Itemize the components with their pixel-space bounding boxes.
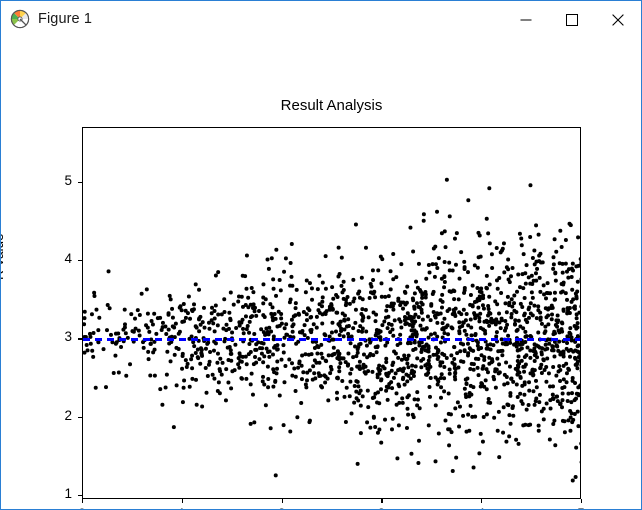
y-axis-label: R-value [0, 233, 6, 280]
figure-canvas: Result Analysis R-value gamma-value 1234… [0, 37, 641, 509]
matplotlib-logo-icon [10, 9, 30, 29]
y-tick-label: 3 [64, 329, 72, 345]
scatter-points [83, 177, 580, 483]
x-tick-mark [381, 499, 383, 503]
x-tick-mark [281, 499, 283, 503]
x-tick-label: 2 [267, 506, 297, 509]
y-tick-label: 5 [64, 172, 72, 188]
minimize-icon [520, 19, 532, 20]
y-tick-label: 1 [64, 486, 72, 502]
x-tick-label: 5 [566, 506, 596, 509]
x-tick-mark [581, 499, 583, 503]
y-tick-mark [78, 495, 82, 497]
close-icon [612, 13, 624, 26]
window-controls [503, 1, 641, 38]
y-tick-mark [78, 260, 82, 262]
close-button[interactable] [595, 1, 641, 38]
x-tick-label: 3 [366, 506, 396, 509]
window-titlebar[interactable]: Figure 1 [1, 0, 641, 37]
y-tick-mark [78, 416, 82, 418]
x-tick-label: 0 [67, 506, 97, 509]
scatter-plot [83, 177, 580, 483]
x-tick-mark [181, 499, 183, 503]
maximize-button[interactable] [549, 1, 595, 38]
y-tick-mark [78, 338, 82, 340]
y-tick-label: 4 [64, 251, 72, 267]
x-tick-label: 1 [167, 506, 197, 509]
figure-window: Figure 1 Result Analysis R-value 1 2 3 4… [0, 0, 642, 510]
x-tick-label: 4 [466, 506, 496, 509]
plot-axes [82, 127, 581, 499]
maximize-icon [566, 13, 578, 26]
minimize-button[interactable] [503, 1, 549, 38]
x-tick-mark [82, 499, 84, 503]
window-title: Figure 1 [38, 11, 92, 27]
y-tick-mark [78, 181, 82, 183]
x-tick-mark [481, 499, 483, 503]
chart-title: Result Analysis [280, 97, 383, 114]
y-tick-label: 2 [64, 407, 72, 423]
